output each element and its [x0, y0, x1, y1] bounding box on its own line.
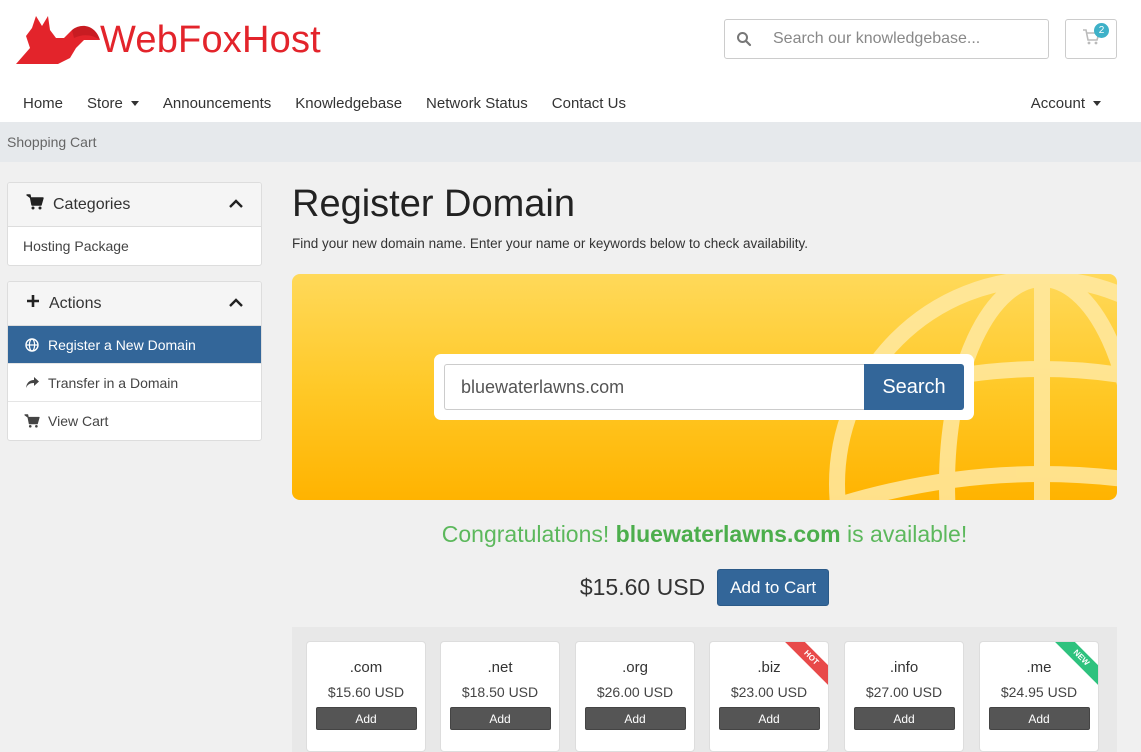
sidebar-item-view-cart[interactable]: View Cart	[8, 402, 261, 440]
logo[interactable]: WebFoxHost	[12, 8, 321, 68]
tld-price: $27.00 USD	[865, 684, 943, 700]
tld-card: .net $18.50 USD Add	[440, 641, 560, 752]
search-input[interactable]	[773, 30, 1043, 48]
caret-down-icon	[1093, 100, 1101, 106]
nav-store[interactable]: Store	[75, 95, 151, 112]
cart-count-badge: 2	[1094, 23, 1109, 38]
page-subtitle: Find your new domain name. Enter your na…	[292, 236, 808, 251]
tld-name: .info	[889, 659, 919, 676]
tld-name: .com	[349, 659, 383, 676]
nav-home[interactable]: Home	[0, 95, 75, 112]
actions-panel-header[interactable]: Actions	[8, 282, 261, 326]
new-badge: NEW	[1054, 642, 1098, 686]
main-nav: Home Store Announcements Knowledgebase N…	[0, 84, 1141, 122]
knowledgebase-search	[724, 19, 1049, 59]
breadcrumb: Shopping Cart	[0, 122, 1141, 162]
nav-announcements[interactable]: Announcements	[151, 95, 283, 112]
nav-network-status[interactable]: Network Status	[414, 95, 540, 112]
fox-logo-icon	[16, 16, 100, 64]
breadcrumb-current: Shopping Cart	[7, 134, 97, 150]
header: WebFoxHost 2 Home Store Announcements Kn…	[0, 0, 1141, 122]
tld-price: $26.00 USD	[596, 684, 674, 700]
nav-knowledgebase[interactable]: Knowledgebase	[283, 95, 414, 112]
tld-price: $18.50 USD	[461, 684, 539, 700]
nav-account[interactable]: Account	[1031, 84, 1101, 122]
categories-panel-header[interactable]: Categories	[8, 183, 261, 227]
categories-panel: Categories Hosting Package	[7, 182, 262, 266]
domain-input[interactable]	[444, 364, 864, 410]
availability-message: Congratulations! bluewaterlawns.com is a…	[441, 521, 968, 547]
domain-search-hero: Search	[292, 274, 1117, 500]
chevron-up-icon[interactable]	[229, 196, 243, 214]
categories-title: Categories	[53, 195, 131, 213]
tld-name: .org	[622, 659, 648, 676]
share-icon	[23, 376, 41, 389]
caret-down-icon	[130, 100, 139, 106]
plus-icon	[26, 294, 40, 313]
tld-add-button[interactable]: Add	[853, 707, 955, 730]
sidebar-item-hosting-package[interactable]: Hosting Package	[8, 227, 261, 265]
tld-price: $24.95 USD	[1000, 684, 1078, 700]
actions-title: Actions	[49, 294, 102, 312]
cart-icon	[23, 414, 41, 428]
tld-card: NEW .me $24.95 USD Add	[979, 641, 1099, 752]
chevron-up-icon[interactable]	[229, 295, 243, 313]
tld-add-button[interactable]: Add	[449, 707, 551, 730]
tld-add-button[interactable]: Add	[315, 707, 417, 730]
tld-name: .net	[487, 659, 513, 676]
available-domain: bluewaterlawns.com	[615, 521, 841, 547]
cart-button[interactable]: 2	[1065, 19, 1117, 59]
search-icon	[725, 31, 763, 47]
domain-search-form: Search	[434, 354, 974, 420]
sidebar-item-transfer-domain[interactable]: Transfer in a Domain	[8, 364, 261, 402]
brand-name: WebFoxHost	[100, 18, 321, 61]
tld-add-button[interactable]: Add	[584, 707, 686, 730]
globe-icon	[23, 337, 41, 352]
tld-price: $23.00 USD	[730, 684, 808, 700]
nav-contact-us[interactable]: Contact Us	[540, 95, 638, 112]
tld-suggestions: .com $15.60 USD Add .net $18.50 USD Add …	[292, 627, 1117, 752]
actions-panel: Actions Register a New Domain Transfer i…	[7, 281, 262, 441]
sidebar-item-register-domain[interactable]: Register a New Domain	[8, 326, 261, 364]
cart-icon	[26, 194, 44, 215]
tld-card: HOT .biz $23.00 USD Add	[709, 641, 829, 752]
tld-card: .com $15.60 USD Add	[306, 641, 426, 752]
search-button[interactable]: Search	[864, 364, 964, 410]
tld-card: .info $27.00 USD Add	[844, 641, 964, 752]
tld-add-button[interactable]: Add	[718, 707, 820, 730]
add-to-cart-button[interactable]: Add to Cart	[717, 569, 830, 606]
tld-add-button[interactable]: Add	[988, 707, 1090, 730]
tld-price: $15.60 USD	[327, 684, 405, 700]
page-title: Register Domain	[292, 183, 575, 225]
tld-card: .org $26.00 USD Add	[575, 641, 695, 752]
price-row: $15.60 USD Add to Cart	[292, 569, 1117, 606]
domain-price: $15.60 USD	[579, 574, 706, 600]
hot-badge: HOT	[784, 642, 828, 686]
